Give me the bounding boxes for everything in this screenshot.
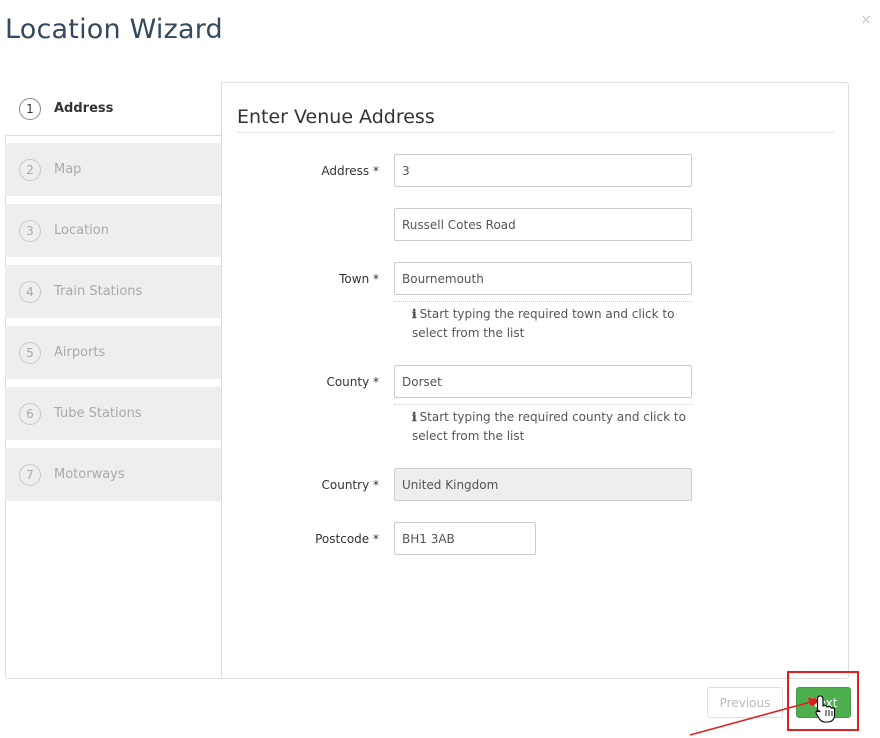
close-icon[interactable]: ×: [860, 12, 872, 28]
county-help-text: ℹ Start typing the required county and cl…: [412, 408, 692, 446]
address-form-panel: Enter Venue Address Address * 3 Russell …: [221, 82, 849, 679]
step-label: Address: [54, 101, 114, 116]
step-number: 6: [19, 402, 41, 425]
country-label: Country *: [321, 478, 380, 492]
modal-title: Location Wizard: [5, 14, 223, 45]
country-input: United Kingdom: [394, 468, 692, 501]
step-label: Airports: [54, 345, 106, 360]
town-help-text: ℹ Start typing the required town and clic…: [412, 305, 692, 343]
county-help-label: Start typing the required county and cli…: [412, 410, 686, 443]
postcode-label: Postcode *: [315, 532, 379, 546]
step-label: Map: [54, 162, 82, 177]
county-input[interactable]: Dorset: [394, 365, 692, 398]
step-number: 2: [19, 158, 41, 181]
step-number: 1: [19, 97, 41, 120]
step-train-stations[interactable]: 4 Train Stations: [5, 265, 221, 318]
next-button-highlight: [787, 671, 859, 731]
postcode-input[interactable]: BH1 3AB: [394, 522, 536, 555]
step-number: 3: [19, 219, 41, 242]
address-line1-input[interactable]: 3: [394, 154, 692, 187]
step-motorways[interactable]: 7 Motorways: [5, 448, 221, 501]
county-label: County *: [326, 375, 379, 389]
step-map[interactable]: 2 Map: [5, 143, 221, 196]
step-label: Train Stations: [54, 284, 143, 299]
town-input[interactable]: Bournemouth: [394, 262, 692, 295]
step-number: 5: [19, 341, 41, 364]
step-label: Motorways: [54, 467, 125, 482]
step-number: 4: [19, 280, 41, 303]
address-label: Address *: [321, 164, 379, 178]
address-line2-input[interactable]: Russell Cotes Road: [394, 208, 692, 241]
step-airports[interactable]: 5 Airports: [5, 326, 221, 379]
previous-button[interactable]: Previous: [707, 687, 783, 718]
town-help-divider: [394, 301, 692, 302]
town-label: Town *: [339, 272, 379, 286]
step-number: 7: [19, 463, 41, 486]
step-label: Location: [54, 223, 109, 238]
info-icon: ℹ: [412, 307, 417, 321]
county-help-divider: [394, 404, 692, 405]
section-title: Enter Venue Address: [237, 106, 834, 133]
info-icon: ℹ: [412, 410, 417, 424]
step-tube-stations[interactable]: 6 Tube Stations: [5, 387, 221, 440]
town-help-label: Start typing the required town and click…: [412, 307, 675, 340]
step-location[interactable]: 3 Location: [5, 204, 221, 257]
step-label: Tube Stations: [54, 406, 142, 421]
step-address[interactable]: 1 Address: [5, 82, 221, 136]
